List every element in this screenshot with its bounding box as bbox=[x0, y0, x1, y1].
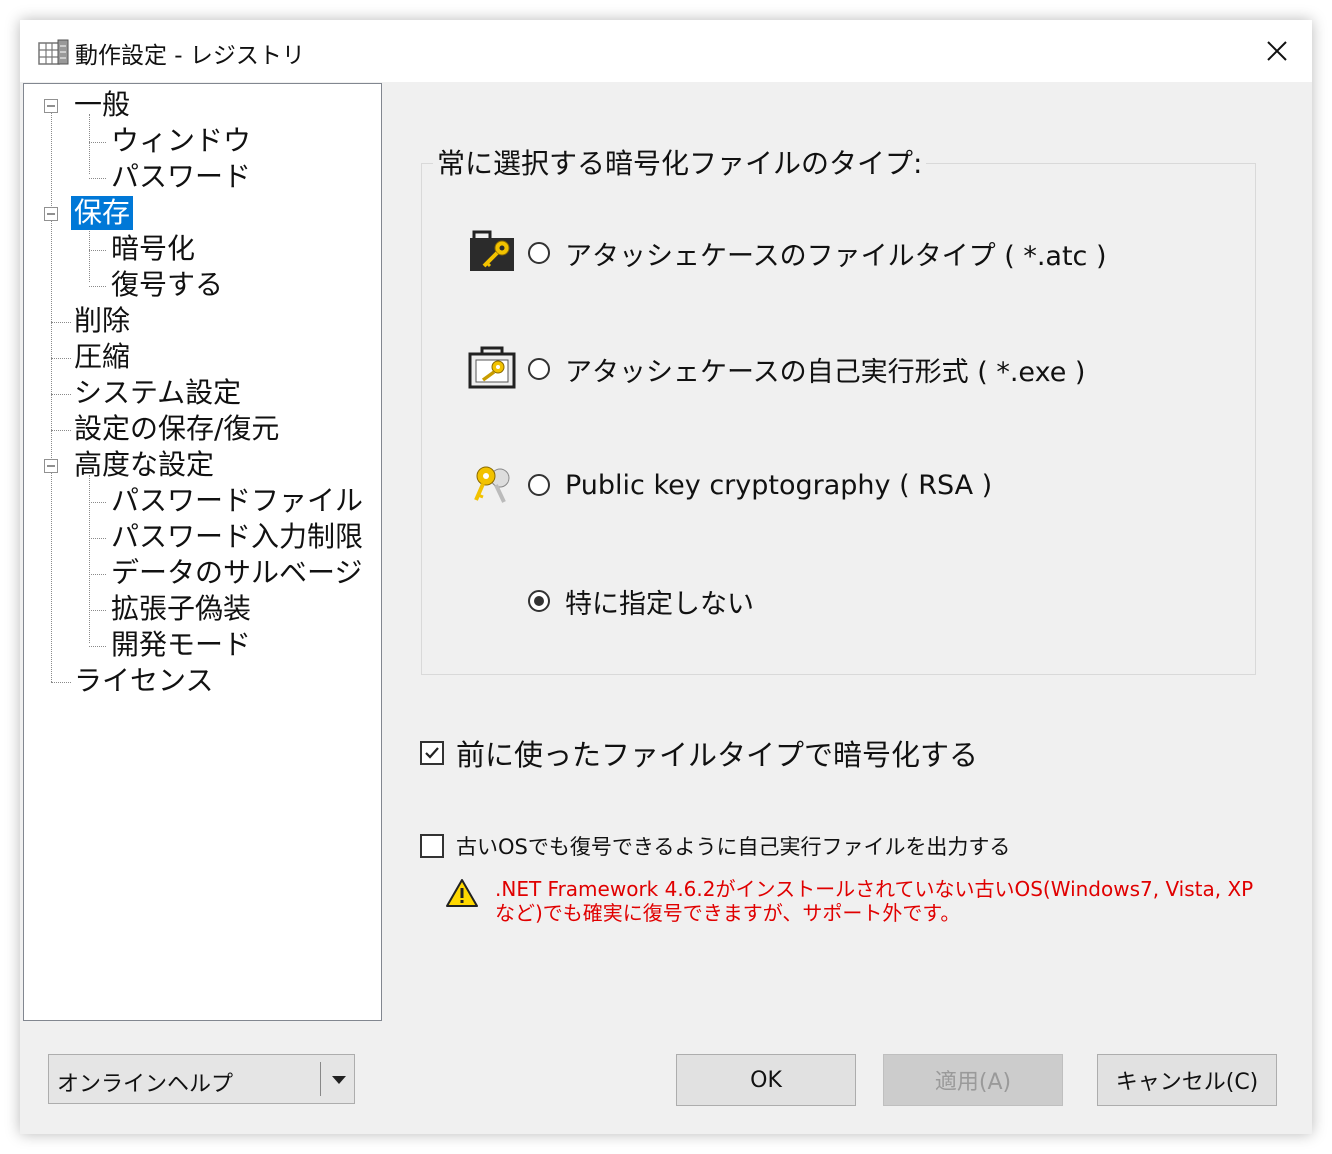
radio-label: 特に指定しない bbox=[565, 588, 754, 620]
close-button[interactable] bbox=[1242, 20, 1312, 82]
radio-button-selected[interactable] bbox=[528, 590, 550, 612]
radio-option-rsa[interactable]: Public key cryptography ( RSA ) bbox=[528, 465, 992, 505]
tree-item-password-limit[interactable]: パスワード入力制限 bbox=[108, 520, 366, 554]
tree-item-password[interactable]: パスワード bbox=[108, 160, 254, 194]
online-help-label: オンラインヘルプ bbox=[57, 1072, 234, 1097]
tree-item-label: システム設定 bbox=[74, 376, 242, 409]
tree-item-label: ウィンドウ bbox=[111, 124, 252, 157]
tree-item-label: パスワード入力制限 bbox=[111, 520, 364, 553]
tree-item-label: 開発モード bbox=[111, 628, 252, 661]
close-icon bbox=[1267, 41, 1287, 61]
keys-icon bbox=[474, 466, 510, 503]
radio-label: Public key cryptography ( RSA ) bbox=[565, 469, 993, 501]
radio-option-none[interactable]: 特に指定しない bbox=[528, 581, 754, 621]
checkbox-checked[interactable] bbox=[420, 741, 444, 765]
tree-item-delete[interactable]: 削除 bbox=[71, 304, 133, 338]
tree-item-password-file[interactable]: パスワードファイル bbox=[108, 484, 366, 518]
warning-text: .NET Framework 4.6.2がインストールされていない古いOS(Wi… bbox=[495, 877, 1254, 925]
tree-item-label: 高度な設定 bbox=[74, 448, 215, 481]
tree-item-compress[interactable]: 圧縮 bbox=[71, 340, 133, 374]
tree-item-label: 暗号化 bbox=[111, 232, 196, 265]
old-os-support-checkbox[interactable]: 古いOSでも復号できるように自己実行ファイルを出力する bbox=[420, 830, 1010, 862]
settings-tree[interactable]: 一般 ウィンドウ パスワード 保存 暗号化 復号する 削除 圧縮 システム設定 … bbox=[23, 83, 382, 1021]
exe-file-icon bbox=[468, 346, 516, 389]
radio-label: アタッシェケースのファイルタイプ ( *.atc ) bbox=[565, 240, 1107, 272]
tree-item-label: ライセンス bbox=[74, 664, 214, 697]
collapse-icon[interactable] bbox=[44, 207, 58, 221]
use-previous-filetype-checkbox[interactable]: 前に使ったファイルタイプで暗号化する bbox=[420, 734, 978, 772]
tree-item-extension-camouflage[interactable]: 拡張子偽装 bbox=[108, 592, 254, 626]
tree-item-label: 拡張子偽装 bbox=[111, 592, 252, 625]
tree-item-salvage[interactable]: データのサルベージ bbox=[108, 556, 365, 590]
tree-item-window[interactable]: ウィンドウ bbox=[108, 124, 254, 158]
tree-item-label: データのサルベージ bbox=[111, 556, 363, 589]
title-bar: 動作設定 - レジストリ bbox=[20, 20, 1312, 82]
tree-item-label: 削除 bbox=[74, 304, 131, 337]
checkbox-unchecked[interactable] bbox=[420, 834, 444, 858]
tree-item-label: パスワード bbox=[111, 160, 252, 193]
tree-item-label: 設定の保存/復元 bbox=[74, 412, 280, 445]
radio-option-exe[interactable]: アタッシェケースの自己実行形式 ( *.exe ) bbox=[528, 349, 1085, 389]
tree-item-label: 一般 bbox=[74, 88, 131, 121]
warning-icon bbox=[446, 879, 478, 907]
ok-button[interactable]: OK bbox=[676, 1054, 856, 1106]
online-help-dropdown[interactable]: オンラインヘルプ bbox=[48, 1054, 355, 1104]
apply-button[interactable]: 適用(A) bbox=[883, 1054, 1063, 1106]
tree-item-label: 保存 bbox=[71, 196, 134, 230]
radio-option-atc[interactable]: アタッシェケースのファイルタイプ ( *.atc ) bbox=[528, 233, 1107, 273]
filetype-group-title: 常に選択する暗号化ファイルのタイプ: bbox=[433, 142, 927, 182]
tree-item-license[interactable]: ライセンス bbox=[71, 664, 216, 698]
tree-item-general[interactable]: 一般 bbox=[71, 88, 133, 122]
tree-item-system[interactable]: システム設定 bbox=[71, 376, 244, 410]
dropdown-separator bbox=[320, 1062, 321, 1096]
old-os-support-label: 古いOSでも復号できるように自己実行ファイルを出力する bbox=[456, 835, 1011, 859]
tree-item-label: パスワードファイル bbox=[111, 484, 364, 517]
tree-item-label: 復号する bbox=[111, 268, 224, 301]
tree-item-label: 圧縮 bbox=[74, 340, 131, 373]
tree-item-save[interactable]: 保存 bbox=[71, 196, 134, 230]
radio-label: アタッシェケースの自己実行形式 ( *.exe ) bbox=[565, 356, 1086, 388]
collapse-icon[interactable] bbox=[44, 459, 58, 473]
tree-item-advanced[interactable]: 高度な設定 bbox=[71, 448, 217, 482]
collapse-icon[interactable] bbox=[44, 99, 58, 113]
radio-button[interactable] bbox=[528, 474, 550, 496]
use-previous-filetype-label: 前に使ったファイルタイプで暗号化する bbox=[456, 738, 979, 772]
app-icon bbox=[38, 39, 69, 65]
radio-button[interactable] bbox=[528, 358, 550, 380]
tree-item-backup-restore[interactable]: 設定の保存/復元 bbox=[71, 412, 282, 446]
chevron-down-icon[interactable] bbox=[332, 1076, 346, 1084]
tree-item-encrypt[interactable]: 暗号化 bbox=[108, 232, 198, 266]
window-title: 動作設定 - レジストリ bbox=[75, 43, 305, 69]
atc-file-icon bbox=[470, 230, 514, 271]
radio-button[interactable] bbox=[528, 242, 550, 264]
tree-item-decrypt[interactable]: 復号する bbox=[108, 268, 226, 302]
tree-item-developer-mode[interactable]: 開発モード bbox=[108, 628, 254, 662]
checkmark-icon bbox=[425, 747, 439, 759]
settings-dialog: 動作設定 - レジストリ 一般 ウィンドウ パスワード 保存 暗号化 復号する … bbox=[20, 20, 1312, 1134]
cancel-button[interactable]: キャンセル(C) bbox=[1097, 1054, 1277, 1106]
